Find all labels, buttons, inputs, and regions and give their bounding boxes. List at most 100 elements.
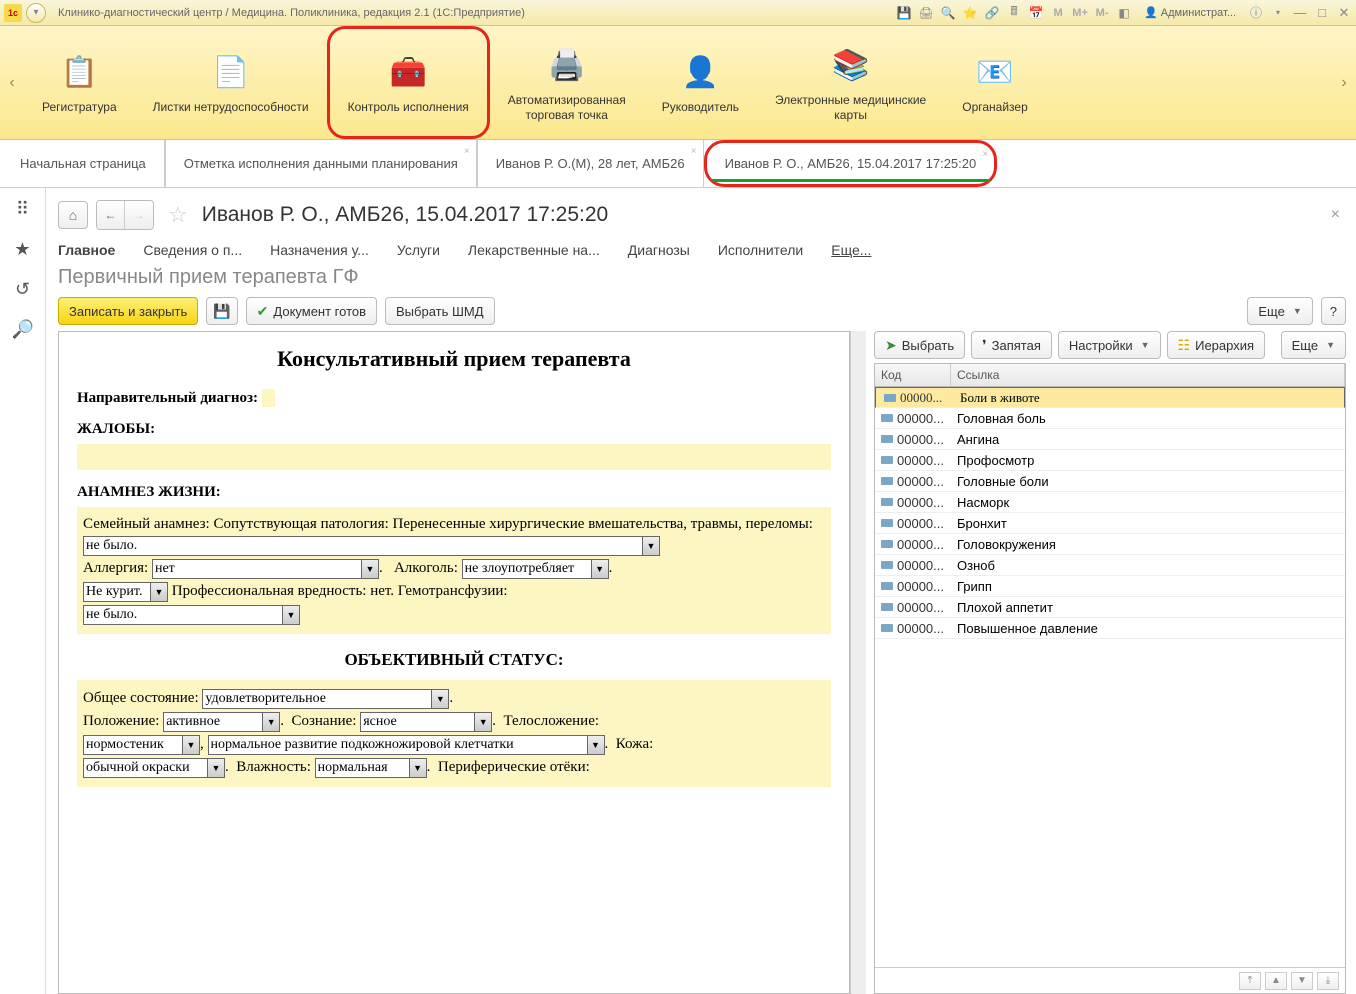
- smoking-select[interactable]: [83, 582, 151, 602]
- anamnesis-block[interactable]: Семейный анамнез: Сопутствующая патологи…: [77, 507, 831, 634]
- position-select[interactable]: [163, 712, 263, 732]
- minimize-icon[interactable]: —: [1292, 5, 1308, 21]
- table-row[interactable]: 00000...Ангина: [875, 429, 1345, 450]
- calc-icon[interactable]: 🖩: [1006, 5, 1022, 21]
- chevron-down-icon[interactable]: ▼: [643, 536, 660, 556]
- tab-close-icon[interactable]: ×: [982, 149, 988, 160]
- hemotransfusion-select[interactable]: [83, 605, 283, 625]
- col-code[interactable]: Код: [875, 364, 951, 386]
- nav-item[interactable]: Еще...: [831, 242, 871, 258]
- table-row[interactable]: 00000...Плохой аппетит: [875, 597, 1345, 618]
- search-icon[interactable]: 🔍: [12, 318, 34, 340]
- chevron-down-icon[interactable]: ▼: [588, 735, 605, 755]
- toolbar-item[interactable]: 🧰 Контроль исполнения: [327, 26, 490, 139]
- nav-item[interactable]: Лекарственные на...: [468, 242, 600, 258]
- apps-icon[interactable]: ⠿: [12, 198, 34, 220]
- close-icon[interactable]: ✕: [1336, 5, 1352, 21]
- panels-icon[interactable]: ◧: [1116, 5, 1132, 21]
- chevron-down-icon[interactable]: ▼: [183, 735, 200, 755]
- print-icon[interactable]: 🖨: [918, 5, 934, 21]
- nav-item[interactable]: Главное: [58, 242, 115, 258]
- pane-close[interactable]: ×: [1331, 206, 1340, 224]
- skin-color-select[interactable]: [83, 758, 208, 778]
- allergy-select[interactable]: [152, 559, 362, 579]
- chevron-down-icon[interactable]: ▼: [151, 582, 168, 602]
- objective-status-block[interactable]: Общее состояние: ▼. Положение: ▼. Сознан…: [77, 680, 831, 787]
- nav-item[interactable]: Исполнители: [718, 242, 803, 258]
- favorite-icon[interactable]: ⭐: [962, 5, 978, 21]
- settings-button[interactable]: Настройки▼: [1058, 331, 1161, 359]
- favorite-toggle[interactable]: ☆: [168, 202, 188, 228]
- home-button[interactable]: ⌂: [58, 201, 88, 229]
- save-and-close-button[interactable]: Записать и закрыть: [58, 297, 198, 325]
- save-button[interactable]: 💾: [206, 297, 237, 325]
- save-icon[interactable]: 💾: [896, 5, 912, 21]
- link-icon[interactable]: 🔗: [984, 5, 1000, 21]
- scroll-up-icon[interactable]: ▲: [1265, 972, 1287, 990]
- table-row[interactable]: 00000...Головокружения: [875, 534, 1345, 555]
- preview-icon[interactable]: 🔍: [940, 5, 956, 21]
- tab[interactable]: Иванов Р. О., АМБ26, 15.04.2017 17:25:20…: [704, 140, 998, 187]
- right-more-button[interactable]: Еще▼: [1281, 331, 1346, 359]
- scroll-top-icon[interactable]: ⤒: [1239, 972, 1261, 990]
- choose-template-button[interactable]: Выбрать ШМД: [385, 297, 495, 325]
- maximize-icon[interactable]: □: [1314, 5, 1330, 21]
- nav-item[interactable]: Сведения о п...: [143, 242, 242, 258]
- toolbar-item[interactable]: 📄 Листки нетрудоспособности: [135, 26, 327, 139]
- body-type-select[interactable]: [83, 735, 183, 755]
- conscious-select[interactable]: [360, 712, 475, 732]
- help-button[interactable]: ?: [1321, 297, 1346, 325]
- general-state-select[interactable]: [202, 689, 432, 709]
- toolbar-item[interactable]: 📚 Электронные медицинскиекарты: [757, 26, 944, 139]
- toolbar-item[interactable]: 🖨️ Автоматизированнаяторговая точка: [490, 26, 644, 139]
- referral-diag-input[interactable]: [262, 389, 276, 407]
- tab[interactable]: Начальная страница: [2, 140, 165, 187]
- toolbar-scroll-left[interactable]: ‹: [0, 26, 24, 139]
- table-row[interactable]: 00000...Головная боль: [875, 408, 1345, 429]
- chevron-down-icon[interactable]: ▼: [362, 559, 379, 579]
- complaints-input[interactable]: [77, 444, 831, 470]
- chevron-down-icon[interactable]: ▼: [410, 758, 427, 778]
- select-button[interactable]: ➤Выбрать: [874, 331, 965, 359]
- star-icon[interactable]: ★: [12, 238, 34, 260]
- nav-item[interactable]: Назначения у...: [270, 242, 369, 258]
- more-button[interactable]: Еще▼: [1247, 297, 1312, 325]
- scroll-bottom-icon[interactable]: ⤓: [1317, 972, 1339, 990]
- toolbar-item[interactable]: 👤 Руководитель: [644, 26, 757, 139]
- calendar-icon[interactable]: 📅: [1028, 5, 1044, 21]
- hierarchy-button[interactable]: ☷Иерархия: [1167, 331, 1265, 359]
- nav-forward[interactable]: →: [125, 201, 153, 229]
- document-editor[interactable]: Консультативный прием терапевта Направит…: [58, 331, 850, 994]
- toolbar-scroll-right[interactable]: ›: [1332, 26, 1356, 139]
- col-link[interactable]: Ссылка: [951, 364, 1345, 386]
- table-row[interactable]: 00000...Озноб: [875, 555, 1345, 576]
- chevron-down-icon[interactable]: ▼: [283, 605, 300, 625]
- user-label[interactable]: 👤 Администрат...: [1144, 6, 1236, 19]
- comma-button[interactable]: ❜Запятая: [971, 331, 1052, 359]
- mminus-icon[interactable]: M-: [1094, 5, 1110, 21]
- nav-back[interactable]: ←: [97, 201, 125, 229]
- info-icon[interactable]: ⓘ: [1248, 5, 1264, 21]
- nav-item[interactable]: Услуги: [397, 242, 440, 258]
- tab[interactable]: Иванов Р. О.(М), 28 лет, АМБ26×: [477, 140, 704, 187]
- humidity-select[interactable]: [315, 758, 410, 778]
- surgery-select[interactable]: [83, 536, 643, 556]
- history-icon[interactable]: ↺: [12, 278, 34, 300]
- doc-scrollbar[interactable]: [850, 331, 866, 994]
- doc-ready-button[interactable]: ✔Документ готов: [246, 297, 377, 325]
- nav-item[interactable]: Диагнозы: [628, 242, 690, 258]
- m-icon[interactable]: M: [1050, 5, 1066, 21]
- chevron-down-icon[interactable]: ▼: [592, 559, 609, 579]
- alcohol-select[interactable]: [462, 559, 592, 579]
- table-row[interactable]: 00000...Грипп: [875, 576, 1345, 597]
- table-row[interactable]: 00000...Головные боли: [875, 471, 1345, 492]
- mplus-icon[interactable]: M+: [1072, 5, 1088, 21]
- info-dd-icon[interactable]: ▾: [1270, 5, 1286, 21]
- fat-select[interactable]: [208, 735, 588, 755]
- table-row[interactable]: 00000...Насморк: [875, 492, 1345, 513]
- tab-close-icon[interactable]: ×: [691, 146, 697, 157]
- table-row[interactable]: 00000...Профосмотр: [875, 450, 1345, 471]
- chevron-down-icon[interactable]: ▼: [432, 689, 449, 709]
- toolbar-item[interactable]: 📧 Органайзер: [944, 26, 1046, 139]
- toolbar-item[interactable]: 📋 Регистратура: [24, 26, 135, 139]
